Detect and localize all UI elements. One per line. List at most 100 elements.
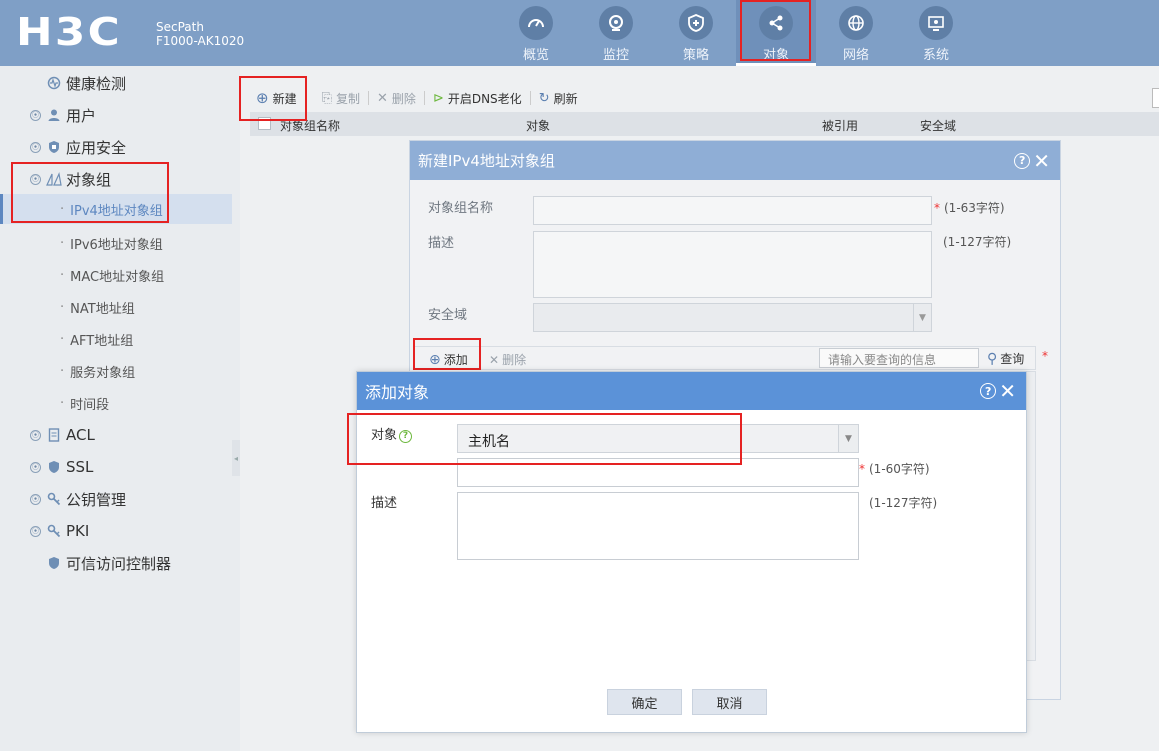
group-desc-label: 描述 (428, 236, 455, 251)
bullet: · (60, 395, 65, 411)
dialog-title-bar: 添加对象 ? ✕ (357, 372, 1026, 410)
sidebar-item-label: 用户 (66, 106, 97, 125)
pki-key-icon (46, 523, 62, 539)
collapse-icon[interactable]: ⦿ (30, 173, 41, 185)
expand-icon[interactable]: ⦿ (30, 141, 41, 153)
sidebar-sub-ipv6-group[interactable]: · IPv6地址对象组 (0, 228, 232, 258)
expand-icon[interactable]: ⦿ (30, 525, 41, 537)
object-type-select[interactable]: 主机名 ▼ (457, 424, 859, 453)
sidebar-sub-label: 服务对象组 (70, 365, 136, 381)
plus-circle-icon: ⊕ (429, 351, 441, 368)
expand-icon[interactable]: ⦿ (30, 109, 41, 121)
nav-item-network[interactable]: 网络 (816, 0, 896, 66)
close-icon[interactable]: ✕ (999, 381, 1016, 401)
plus-circle-icon: ⊕ (256, 89, 269, 107)
hostname-hint: * (1-60字符) (859, 462, 930, 476)
sidebar-sub-aft-group[interactable]: · AFT地址组 (0, 324, 232, 354)
column-header: 对象组名称 (280, 119, 341, 133)
play-circle-icon: ⊳ (432, 90, 444, 106)
shield-plus-icon (679, 6, 713, 40)
nav-item-overview[interactable]: 概览 (496, 0, 576, 66)
add-object-button[interactable]: ⊕ 添加 (429, 351, 468, 368)
help-icon[interactable]: ? (1014, 152, 1031, 169)
refresh-label: 刷新 (553, 91, 578, 106)
nav-item-system[interactable]: 系统 (896, 0, 976, 66)
query-button[interactable]: ⚲ 查询 (987, 350, 1024, 367)
app-security-icon (46, 139, 62, 155)
ok-button[interactable]: 确定 (607, 689, 682, 715)
nav-item-monitor[interactable]: 监控 (576, 0, 656, 66)
nav-label: 系统 (922, 48, 949, 63)
sidebar-item-object-group[interactable]: ⦿ 对象组 (0, 164, 232, 194)
sidebar-sub-time-range[interactable]: · 时间段 (0, 388, 232, 418)
object-search-input[interactable]: 请输入要查询的信息 (819, 348, 979, 368)
delete-button[interactable]: ✕ 删除 (377, 90, 416, 107)
nav-item-policy[interactable]: 策略 (656, 0, 736, 66)
help-icon[interactable]: ? (980, 383, 997, 399)
sidebar-sub-service-group[interactable]: · 服务对象组 (0, 356, 232, 386)
close-icon: ✕ (377, 90, 388, 106)
object-type-label: 对象? (371, 424, 413, 443)
column-header: 对象 (526, 119, 551, 133)
sidebar-item-pki[interactable]: ⦿ PKI (0, 516, 232, 546)
nav-label: 网络 (842, 48, 869, 63)
sidebar-sub-label: 时间段 (70, 397, 110, 413)
delete-object-button[interactable]: ✕ 删除 (489, 351, 526, 368)
delete-label: 删除 (391, 91, 416, 106)
group-name-input[interactable] (533, 196, 932, 225)
object-desc-textarea[interactable] (457, 492, 859, 560)
dialog-title: 添加对象 (365, 383, 430, 402)
sidebar-item-acl[interactable]: ⦿ ACL (0, 420, 232, 450)
sidebar-item-health-check[interactable]: 健康检测 (0, 68, 232, 98)
table-header: 对象组名称 对象 被引用 安全域 (250, 112, 1159, 136)
copy-button[interactable]: ⎘ 复制 (322, 90, 360, 107)
sidebar-item-label: ACL (66, 426, 95, 444)
sidebar-sub-mac-group[interactable]: · MAC地址对象组 (0, 260, 232, 290)
new-label: 新建 (272, 91, 297, 106)
sidebar-sub-label: IPv6地址对象组 (70, 237, 163, 253)
dns-aging-button[interactable]: ⊳ 开启DNS老化 (433, 90, 522, 107)
object-type-value: 主机名 (468, 434, 510, 450)
refresh-button[interactable]: ↻ 刷新 (539, 90, 578, 107)
sidebar-sub-nat-group[interactable]: · NAT地址组 (0, 292, 232, 322)
sidebar-collapse-handle[interactable]: ◂ (232, 440, 240, 476)
sidebar: 健康检测 ⦿ 用户 ⦿ 应用安全 ⦿ 对象组 · IPv4地址对象组 · IPv6地… (0, 66, 232, 751)
hostname-input[interactable] (457, 458, 859, 487)
expand-icon[interactable]: ⦿ (30, 461, 41, 473)
bullet: · (60, 363, 65, 379)
sidebar-item-app-security[interactable]: ⦿ 应用安全 (0, 132, 232, 162)
column-header: 被引用 (822, 119, 859, 133)
bullet: · (60, 299, 65, 315)
nav-item-object[interactable]: 对象 (736, 0, 816, 66)
sidebar-item-public-key[interactable]: ⦿ 公钥管理 (0, 484, 232, 514)
new-button[interactable]: ⊕ 新建 (256, 89, 297, 107)
nav-label: 对象 (762, 48, 789, 63)
sidebar-sub-label: NAT地址组 (70, 301, 135, 317)
dialog-controls: ? ✕ (980, 381, 1016, 401)
nav-label: 监控 (602, 48, 629, 63)
cancel-button[interactable]: 取消 (692, 689, 767, 715)
object-desc-label: 描述 (371, 496, 398, 511)
help-icon[interactable]: ? (399, 429, 413, 443)
select-all-checkbox[interactable] (258, 117, 271, 130)
group-desc-textarea[interactable] (533, 231, 932, 298)
sidebar-item-ssl[interactable]: ⦿ SSL (0, 452, 232, 482)
expand-icon[interactable]: ⦿ (30, 493, 41, 505)
close-icon[interactable]: ✕ (1033, 151, 1050, 171)
group-desc-hint: (1-127字符) (943, 235, 1012, 249)
sidebar-item-label: PKI (66, 522, 90, 540)
product-name: SecPath F1000-AK1020 (156, 20, 244, 48)
sidebar-item-label: 公钥管理 (66, 490, 127, 509)
search-box-stub[interactable] (1152, 88, 1159, 108)
top-bar: H3C SecPath F1000-AK1020 概览 监控 策略 对象 网络 … (0, 0, 1159, 66)
copy-icon: ⎘ (321, 90, 332, 106)
sidebar-sub-ipv4-group[interactable]: · IPv4地址对象组 (0, 194, 232, 224)
zone-select[interactable]: ▼ (533, 303, 932, 332)
user-icon (46, 107, 62, 123)
sidebar-item-user[interactable]: ⦿ 用户 (0, 100, 232, 130)
chevron-down-icon: ▼ (838, 425, 858, 452)
expand-icon[interactable]: ⦿ (30, 429, 41, 441)
sidebar-sub-label: IPv4地址对象组 (70, 203, 163, 219)
bullet: · (60, 267, 65, 283)
sidebar-item-trusted-access[interactable]: 可信访问控制器 (0, 548, 232, 578)
